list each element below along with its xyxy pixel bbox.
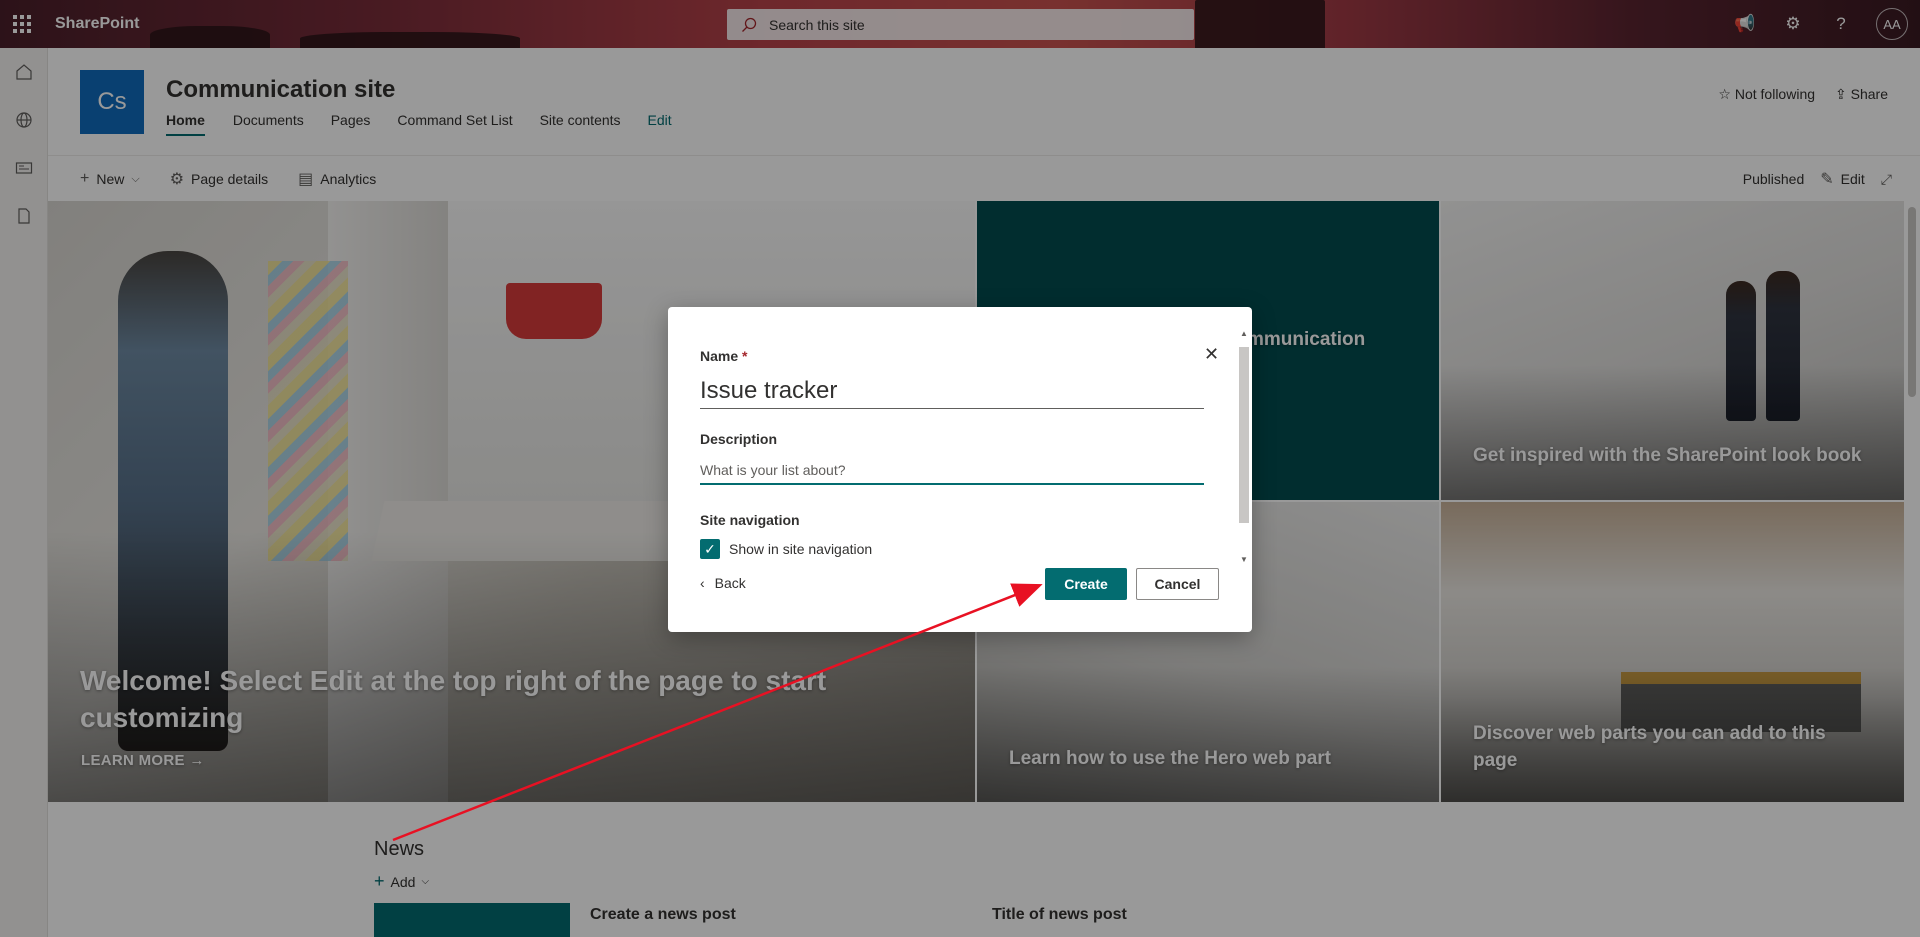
site-navigation-label: Site navigation [700, 512, 800, 528]
cancel-button[interactable]: Cancel [1136, 568, 1219, 600]
show-in-nav-checkbox[interactable]: ✓ [700, 539, 720, 559]
back-button[interactable]: ‹ Back [700, 575, 746, 591]
name-input[interactable] [700, 373, 1204, 409]
description-input[interactable] [700, 457, 1204, 485]
dialog-scrollbar-thumb[interactable] [1239, 347, 1249, 523]
show-in-nav-label: Show in site navigation [729, 541, 873, 557]
dialog-scrollbar[interactable]: ▲ ▼ [1238, 329, 1250, 567]
scroll-down-icon[interactable]: ▼ [1240, 555, 1248, 564]
close-icon[interactable]: ✕ [1204, 344, 1219, 365]
back-label: Back [714, 575, 746, 591]
create-button[interactable]: Create [1045, 568, 1127, 600]
description-label: Description [700, 431, 778, 447]
chevron-left-icon: ‹ [700, 575, 705, 591]
create-list-dialog: ✕ Name * Description Site navigation ✓ S… [668, 307, 1252, 632]
scroll-up-icon[interactable]: ▲ [1240, 329, 1248, 338]
show-in-nav-row[interactable]: ✓ Show in site navigation [700, 539, 872, 559]
name-label: Name * [700, 348, 747, 364]
name-label-text: Name [700, 348, 739, 364]
required-mark: * [742, 348, 748, 364]
